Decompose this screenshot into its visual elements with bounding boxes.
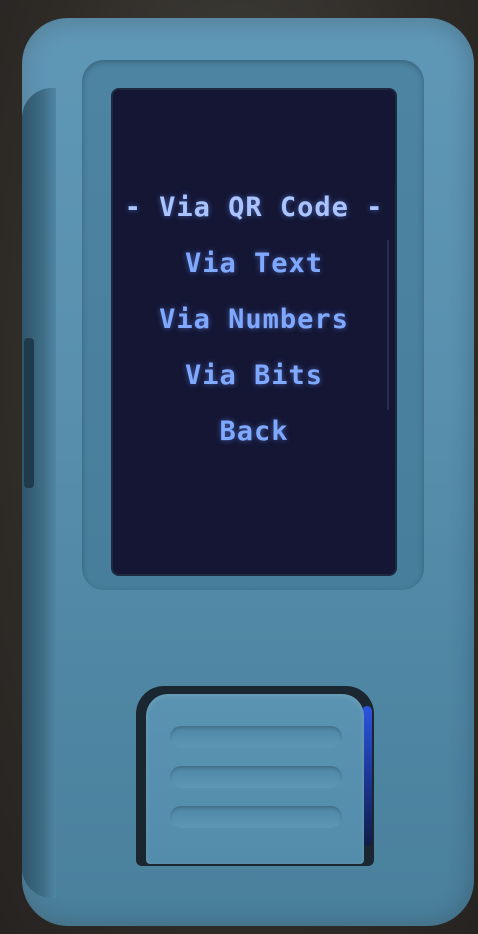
menu-item-label: Back xyxy=(219,416,289,447)
selection-marker-left: - xyxy=(124,192,160,223)
menu-item-via-numbers[interactable]: Via Numbers xyxy=(113,292,395,348)
menu-list: - Via QR Code - Via Text Via Numbers Via… xyxy=(113,180,395,460)
menu-item-label: Via Text xyxy=(184,248,324,279)
menu-item-via-text[interactable]: Via Text xyxy=(113,236,395,292)
device-side-edge xyxy=(22,88,56,898)
button-grip-ridge xyxy=(170,726,342,748)
selection-marker-right: - xyxy=(348,192,384,223)
menu-item-label: Via QR Code xyxy=(159,192,349,223)
side-slot xyxy=(24,338,34,488)
device-screen: - Via QR Code - Via Text Via Numbers Via… xyxy=(113,90,395,574)
button-grip-ridge xyxy=(170,806,342,828)
photo-scene: - Via QR Code - Via Text Via Numbers Via… xyxy=(0,0,478,934)
menu-item-via-bits[interactable]: Via Bits xyxy=(113,348,395,404)
menu-item-label: Via Bits xyxy=(184,360,324,391)
hardware-button[interactable] xyxy=(146,694,364,864)
menu-item-via-qr-code[interactable]: - Via QR Code - xyxy=(113,180,395,236)
menu-item-back[interactable]: Back xyxy=(113,404,395,460)
menu-item-label: Via Numbers xyxy=(159,304,349,335)
button-grip-ridge xyxy=(170,766,342,788)
